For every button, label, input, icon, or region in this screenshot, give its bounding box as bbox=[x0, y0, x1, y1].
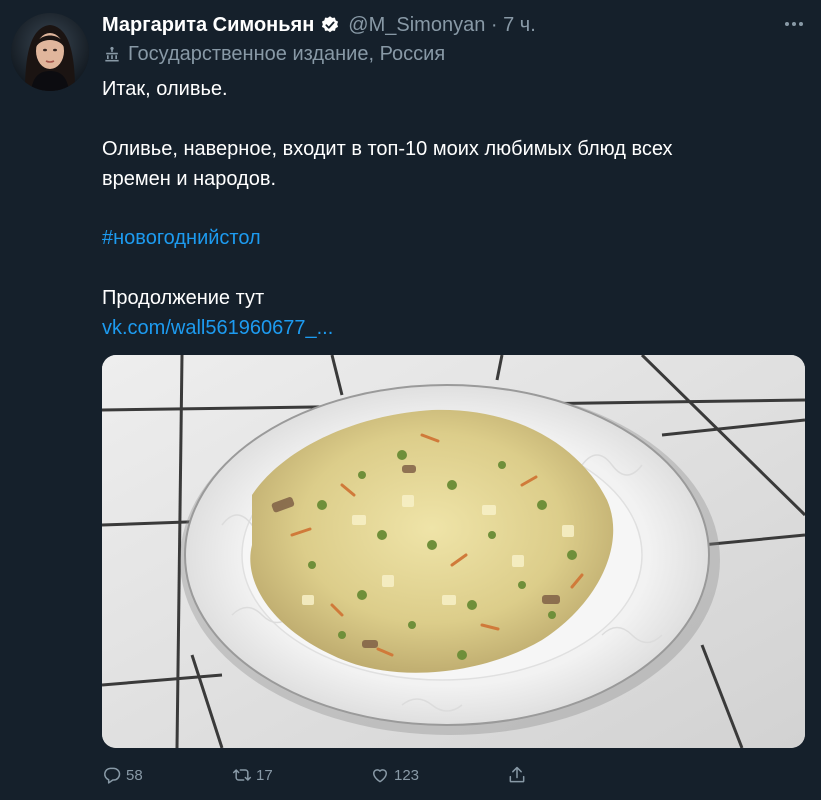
tweet-text-line: Оливье, наверное, входит в топ-10 моих л… bbox=[102, 138, 673, 160]
tweet-text-line: Продолжение тут bbox=[102, 287, 265, 309]
avatar[interactable] bbox=[11, 13, 89, 91]
tweet-photo[interactable] bbox=[102, 355, 805, 748]
author-name[interactable]: Маргарита Симоньян bbox=[102, 14, 314, 37]
handle-and-time[interactable]: @M_Simonyan · 7 ч. bbox=[348, 14, 535, 37]
retweet-icon bbox=[232, 769, 252, 781]
like-count: 123 bbox=[394, 766, 420, 784]
like-button[interactable]: 123 bbox=[370, 762, 419, 788]
retweet-button[interactable]: 17 bbox=[232, 762, 273, 788]
more-options-icon[interactable] bbox=[782, 12, 806, 36]
state-media-icon bbox=[105, 46, 119, 62]
reply-count: 58 bbox=[126, 766, 143, 784]
reply-icon bbox=[104, 767, 121, 784]
tweet-header: Маргарита Симоньян @M_Simonyan · 7 ч. bbox=[102, 10, 536, 40]
share-icon bbox=[509, 766, 525, 783]
state-media-label[interactable]: Государственное издание, Россия bbox=[102, 40, 445, 68]
share-button[interactable] bbox=[507, 762, 531, 788]
heart-icon bbox=[373, 769, 387, 783]
reply-button[interactable]: 58 bbox=[102, 762, 143, 788]
tweet-text-line: времен и народов. bbox=[102, 168, 277, 190]
retweet-count: 17 bbox=[256, 766, 273, 784]
verified-badge-icon bbox=[322, 16, 339, 33]
external-link[interactable]: vk.com/wall561960677_... bbox=[102, 313, 333, 343]
state-media-text: Государственное издание, Россия bbox=[128, 42, 446, 65]
hashtag-link[interactable]: #новогоднийстол bbox=[102, 223, 261, 253]
tweet-text-line: Итак, оливье. bbox=[102, 78, 228, 100]
tweet-actions: 58 17 123 bbox=[102, 762, 532, 788]
tweet[interactable]: Маргарита Симоньян @M_Simonyan · 7 ч. Го… bbox=[0, 0, 821, 800]
